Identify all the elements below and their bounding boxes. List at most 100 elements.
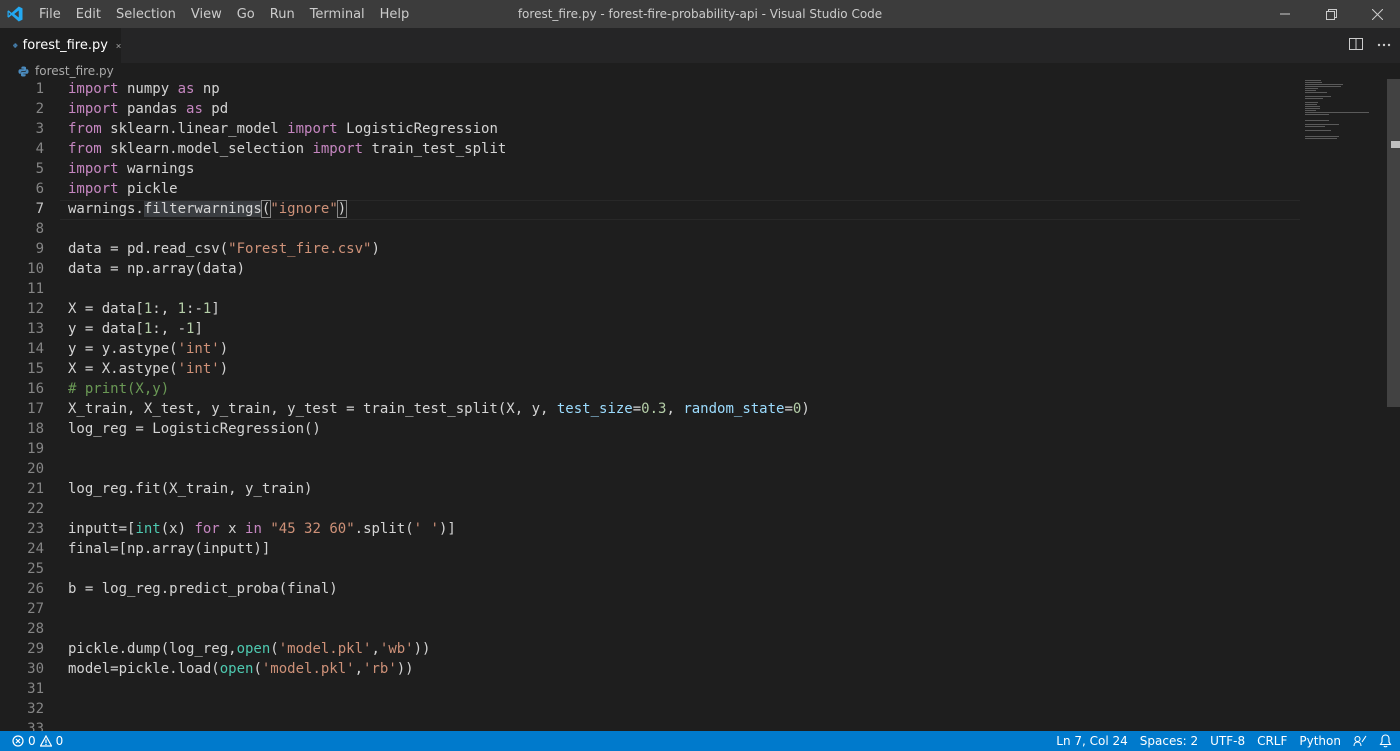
breadcrumb-file[interactable]: forest_fire.py	[35, 64, 114, 78]
code-text: X = X.astype('int')	[68, 361, 229, 377]
code-line[interactable]: 15 X = X.astype('int')	[0, 359, 1300, 379]
code-line[interactable]: 33	[0, 719, 1300, 731]
status-right: Ln 7, Col 24 Spaces: 2 UTF-8 CRLF Python	[1056, 731, 1400, 751]
title-bar: File Edit Selection View Go Run Terminal…	[0, 0, 1400, 28]
line-number: 33	[27, 721, 44, 731]
code-line[interactable]: 5 import warnings	[0, 159, 1300, 179]
cursor-position[interactable]: Ln 7, Col 24	[1056, 734, 1128, 748]
feedback-button[interactable]	[1353, 734, 1367, 748]
scrollbar-cursor-marker	[1391, 141, 1400, 148]
code-line[interactable]: 9 data = pd.read_csv("Forest_fire.csv")	[0, 239, 1300, 259]
code-line[interactable]: 25	[0, 559, 1300, 579]
code-line[interactable]: 20	[0, 459, 1300, 479]
code-line[interactable]: 21 log_reg.fit(X_train, y_train)	[0, 479, 1300, 499]
menu-file[interactable]: File	[39, 7, 61, 22]
code-line[interactable]: 27	[0, 599, 1300, 619]
code-line[interactable]: 23 inputt=[int(x) for x in "45 32 60".spl…	[0, 519, 1300, 539]
code-line[interactable]: 16 # print(X,y)	[0, 379, 1300, 399]
menu-terminal[interactable]: Terminal	[310, 7, 365, 22]
bell-icon	[1379, 734, 1392, 748]
code-line[interactable]: 29 pickle.dump(log_reg,open('model.pkl','…	[0, 639, 1300, 659]
minimap[interactable]	[1303, 79, 1387, 139]
language-mode[interactable]: Python	[1299, 734, 1341, 748]
code-line[interactable]: 6 import pickle	[0, 179, 1300, 199]
restore-icon	[1325, 8, 1337, 20]
close-icon	[1371, 8, 1383, 20]
code-line[interactable]: 11	[0, 279, 1300, 299]
code-line[interactable]: 31	[0, 679, 1300, 699]
code-text: import pickle	[68, 181, 178, 197]
line-number: 6	[35, 181, 44, 197]
line-number: 18	[27, 421, 44, 437]
code-text: # print(X,y)	[68, 381, 170, 397]
code-line[interactable]: 30 model=pickle.load(open('model.pkl','rb…	[0, 659, 1300, 679]
error-count: 0	[28, 734, 36, 748]
code-line[interactable]: 12 X = data[1:, 1:-1]	[0, 299, 1300, 319]
code-line[interactable]: 4 from sklearn.model_selection import tra…	[0, 139, 1300, 159]
code-text: log_reg.fit(X_train, y_train)	[68, 481, 313, 497]
tab-label: forest_fire.py	[22, 38, 108, 53]
indentation[interactable]: Spaces: 2	[1140, 734, 1198, 748]
line-number: 23	[27, 521, 44, 537]
code-line-active[interactable]: 7 warnings.filterwarnings("ignore")	[0, 199, 1300, 219]
vscode-logo-icon[interactable]	[6, 5, 24, 23]
line-number: 28	[27, 621, 44, 637]
line-number: 30	[27, 661, 44, 677]
code-line[interactable]: 18 log_reg = LogisticRegression()	[0, 419, 1300, 439]
menu-help[interactable]: Help	[380, 7, 410, 22]
line-number: 21	[27, 481, 44, 497]
code-text: y = y.astype('int')	[68, 341, 229, 357]
code-text: X_train, X_test, y_train, y_test = train…	[68, 401, 810, 417]
close-tab-icon[interactable]	[116, 40, 121, 52]
code-text: b = log_reg.predict_proba(final)	[68, 581, 338, 597]
encoding[interactable]: UTF-8	[1210, 734, 1245, 748]
code-text: import warnings	[68, 161, 195, 177]
code-text: log_reg = LogisticRegression()	[68, 421, 321, 437]
line-number: 4	[35, 141, 44, 157]
split-editor-icon[interactable]	[1349, 37, 1363, 51]
restore-button[interactable]	[1308, 0, 1354, 28]
code-line[interactable]: 1 import numpy as np	[0, 79, 1300, 99]
python-file-icon	[18, 65, 29, 77]
scrollbar-thumb[interactable]	[1387, 79, 1400, 407]
notifications-button[interactable]	[1379, 734, 1392, 748]
code-line[interactable]: 13 y = data[1:, -1]	[0, 319, 1300, 339]
menu-edit[interactable]: Edit	[76, 7, 101, 22]
code-line[interactable]: 14 y = y.astype('int')	[0, 339, 1300, 359]
minimize-button[interactable]	[1262, 0, 1308, 28]
code-line[interactable]: 3 from sklearn.linear_model import Logist…	[0, 119, 1300, 139]
code-line[interactable]: 8	[0, 219, 1300, 239]
code-line[interactable]: 22	[0, 499, 1300, 519]
menu-selection[interactable]: Selection	[116, 7, 176, 22]
menu-run[interactable]: Run	[270, 7, 295, 22]
code-editor[interactable]: 1 import numpy as np 2 import pandas as pd…	[0, 79, 1300, 731]
code-line[interactable]: 10 data = np.array(data)	[0, 259, 1300, 279]
line-ending[interactable]: CRLF	[1257, 734, 1287, 748]
code-line[interactable]: 19	[0, 439, 1300, 459]
warning-count: 0	[55, 734, 64, 748]
menu-view[interactable]: View	[191, 7, 222, 22]
close-window-button[interactable]	[1354, 0, 1400, 28]
line-number: 19	[27, 441, 44, 457]
line-number: 29	[27, 641, 44, 657]
menu-go[interactable]: Go	[237, 7, 255, 22]
code-line[interactable]: 17 X_train, X_test, y_train, y_test = tra…	[0, 399, 1300, 419]
line-number: 20	[27, 461, 44, 477]
tab-bar: forest_fire.py	[0, 28, 1400, 63]
warning-icon	[39, 735, 52, 747]
line-number: 32	[27, 701, 44, 717]
more-actions-icon[interactable]	[1376, 37, 1392, 53]
line-number: 11	[27, 281, 44, 297]
code-line[interactable]: 24 final=[np.array(inputt)]	[0, 539, 1300, 559]
tab-forest-fire[interactable]: forest_fire.py	[0, 28, 121, 63]
breadcrumb[interactable]: forest_fire.py	[0, 63, 1300, 79]
line-number: 9	[35, 241, 44, 257]
line-number: 10	[27, 261, 44, 277]
line-number: 7	[35, 201, 44, 217]
code-line[interactable]: 2 import pandas as pd	[0, 99, 1300, 119]
code-line[interactable]: 26 b = log_reg.predict_proba(final)	[0, 579, 1300, 599]
code-line[interactable]: 32	[0, 699, 1300, 719]
code-text: import pandas as pd	[68, 101, 229, 117]
code-line[interactable]: 28	[0, 619, 1300, 639]
problems-indicator[interactable]: 0 0	[12, 731, 63, 751]
